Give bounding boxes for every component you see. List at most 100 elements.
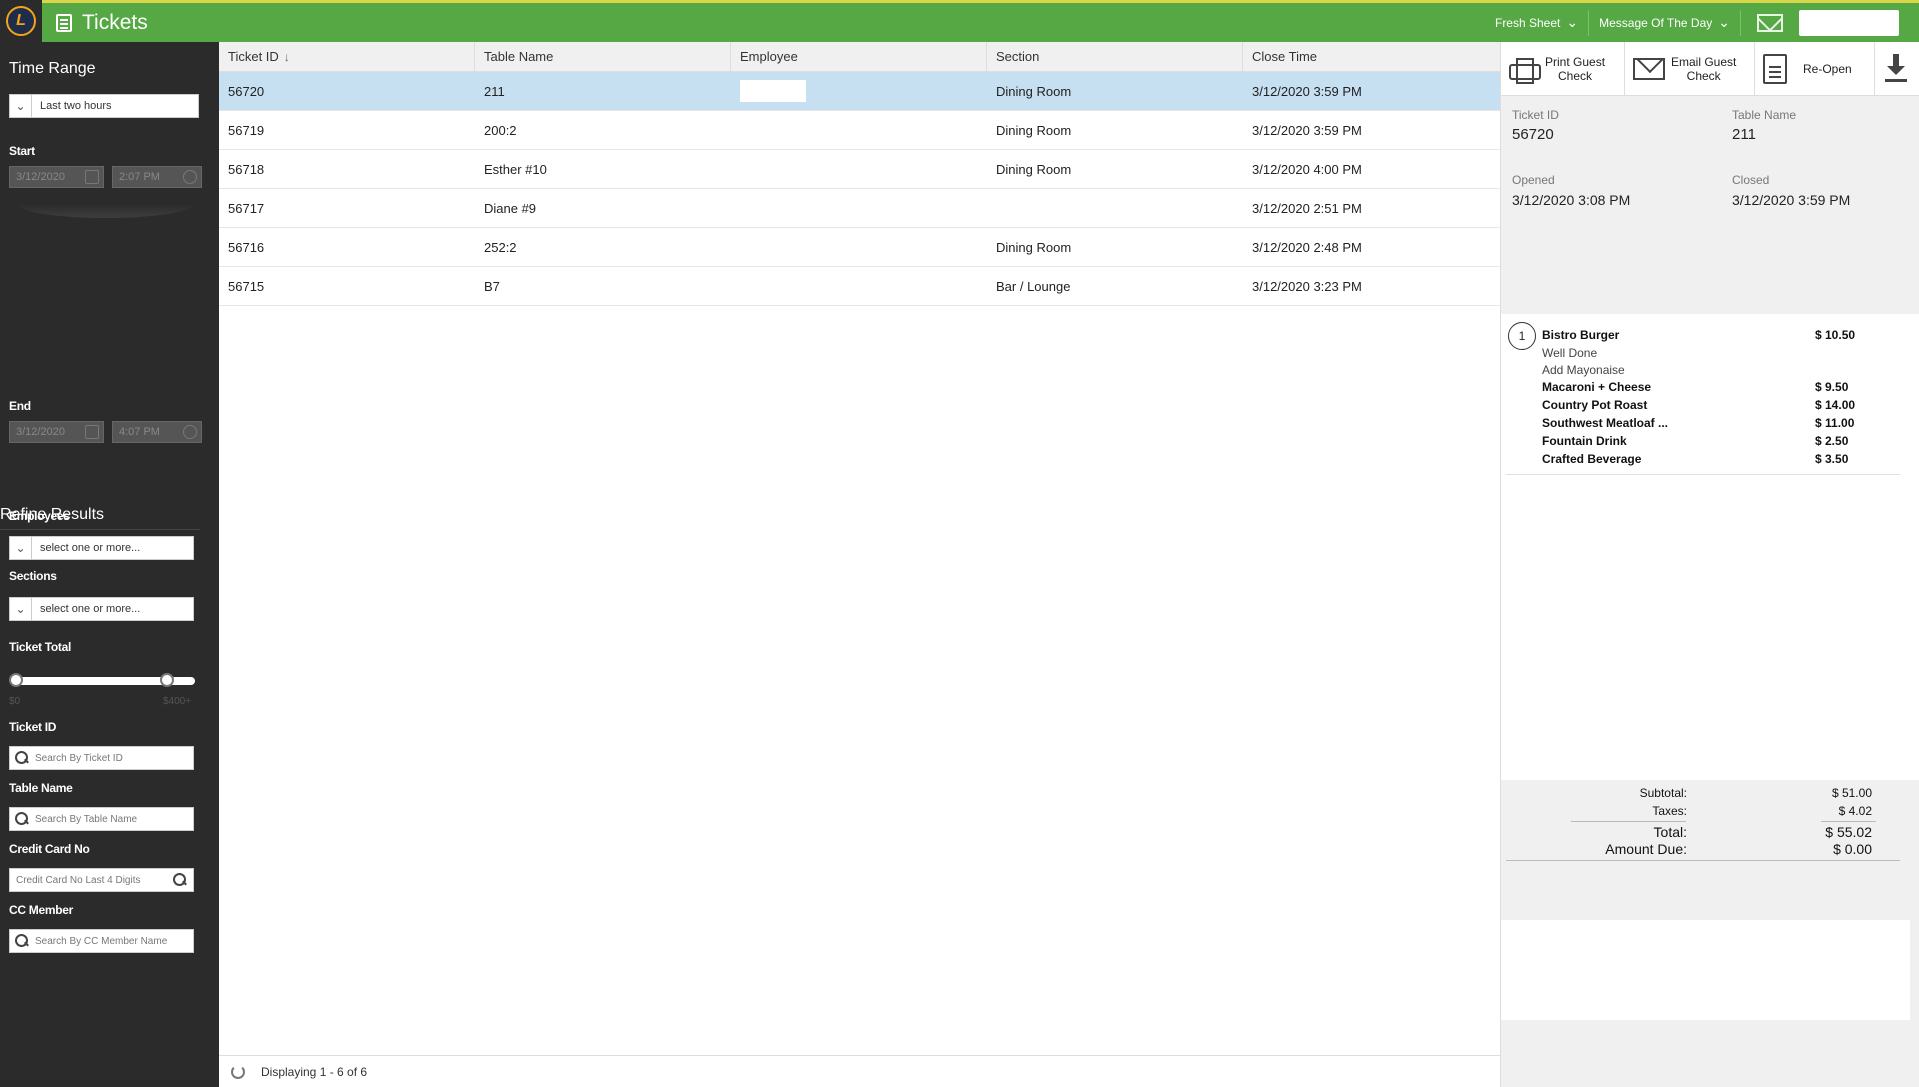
closed-value: 3/12/2020 3:59 PM bbox=[1732, 192, 1851, 208]
slider-min-handle[interactable] bbox=[9, 673, 23, 687]
tickets-list-icon bbox=[56, 13, 72, 32]
message-of-the-day-menu[interactable]: Message Of The Day ⌄ bbox=[1589, 9, 1741, 36]
ticket-id-label: Ticket ID bbox=[1512, 108, 1559, 122]
search-icon bbox=[15, 751, 29, 765]
print-guest-check-button[interactable]: Print Guest Check bbox=[1501, 42, 1625, 96]
item-modifier: Add Mayonaise bbox=[1542, 363, 1625, 377]
mail-icon[interactable] bbox=[1757, 13, 1783, 32]
taxes-label: Taxes: bbox=[1652, 804, 1687, 818]
subtotal-label: Subtotal: bbox=[1639, 786, 1687, 800]
table-row[interactable]: 56718 Esther #10 Dining Room 3/12/2020 4… bbox=[219, 150, 1500, 189]
column-label: Ticket ID bbox=[228, 49, 279, 64]
table-row[interactable]: 56716 252:2 Dining Room 3/12/2020 2:48 P… bbox=[219, 228, 1500, 267]
employees-placeholder: select one or more... bbox=[40, 542, 141, 554]
start-label: Start bbox=[9, 144, 35, 158]
refresh-icon[interactable] bbox=[231, 1064, 245, 1079]
time-range-select[interactable]: ⌄ Last two hours bbox=[9, 94, 199, 118]
fresh-sheet-menu[interactable]: Fresh Sheet ⌄ bbox=[1485, 9, 1590, 36]
cell-table-name: Diane #9 bbox=[484, 200, 537, 216]
total-label: Total: bbox=[1653, 824, 1687, 840]
email-guest-check-button[interactable]: Email Guest Check bbox=[1625, 42, 1755, 96]
item-price: $ 11.00 bbox=[1815, 416, 1855, 430]
download-button[interactable] bbox=[1875, 42, 1919, 96]
item-price: $ 14.00 bbox=[1815, 398, 1856, 412]
item-name: Fountain Drink bbox=[1542, 434, 1627, 448]
end-date-input[interactable]: 3/12/2020 bbox=[9, 421, 104, 443]
opened-label: Opened bbox=[1512, 173, 1555, 187]
cc-member-search[interactable]: Search By CC Member Name bbox=[9, 929, 194, 953]
credit-card-label: Credit Card No bbox=[9, 842, 90, 856]
clock-icon[interactable] bbox=[183, 425, 197, 439]
chevron-down-icon: ⌄ bbox=[10, 598, 32, 620]
cell-section: Bar / Lounge bbox=[996, 278, 1071, 294]
table-row[interactable]: 56717 Diane #9 3/12/2020 2:51 PM bbox=[219, 189, 1500, 228]
slider-max-label: $400+ bbox=[163, 696, 192, 707]
credit-card-search[interactable]: Credit Card No Last 4 Digits bbox=[9, 868, 194, 892]
ticket-detail-panel: Print Guest Check Email Guest Check Re-O… bbox=[1500, 42, 1919, 1087]
slider-max-handle[interactable] bbox=[160, 673, 174, 687]
sections-select[interactable]: ⌄ select one or more... bbox=[9, 597, 194, 621]
chevron-down-icon: ⌄ bbox=[1718, 14, 1730, 30]
start-time-input[interactable]: 2:07 PM bbox=[112, 166, 202, 188]
cell-ticket-id: 56715 bbox=[228, 278, 265, 294]
reopen-button[interactable]: Re-Open bbox=[1755, 42, 1875, 96]
cell-close-time: 3/12/2020 4:00 PM bbox=[1252, 161, 1362, 177]
reopen-label: Re-Open bbox=[1803, 62, 1852, 76]
table-row[interactable]: 56715 B7 Bar / Lounge 3/12/2020 3:23 PM bbox=[219, 267, 1500, 306]
table-name-search[interactable]: Search By Table Name bbox=[9, 807, 194, 831]
end-time-value: 4:07 PM bbox=[119, 426, 160, 438]
credit-card-placeholder: Credit Card No Last 4 Digits bbox=[16, 874, 141, 886]
paging-status: Displaying 1 - 6 of 6 bbox=[261, 1064, 368, 1079]
top-right-menu: Fresh Sheet ⌄ Message Of The Day ⌄ bbox=[1485, 3, 1919, 42]
column-header-table-name[interactable]: Table Name bbox=[475, 42, 731, 71]
item-modifier: Well Done bbox=[1542, 346, 1598, 360]
cell-section: Dining Room bbox=[996, 161, 1072, 177]
start-date-value: 3/12/2020 bbox=[16, 171, 65, 183]
closed-label: Closed bbox=[1732, 173, 1770, 187]
item-name: Macaroni + Cheese bbox=[1542, 380, 1652, 394]
table-row[interactable]: 56719 200:2 Dining Room 3/12/2020 3:59 P… bbox=[219, 111, 1500, 150]
column-label: Employee bbox=[740, 49, 798, 64]
cell-ticket-id: 56720 bbox=[228, 83, 265, 99]
calendar-icon[interactable] bbox=[85, 425, 99, 439]
ticket-id-label: Ticket ID bbox=[9, 720, 57, 734]
item-name: Crafted Beverage bbox=[1542, 452, 1642, 466]
table-name-placeholder: Search By Table Name bbox=[35, 813, 138, 825]
column-header-employee[interactable]: Employee bbox=[731, 42, 987, 71]
envelope-icon bbox=[1633, 58, 1665, 80]
end-date-value: 3/12/2020 bbox=[16, 426, 65, 438]
cell-ticket-id: 56718 bbox=[228, 161, 265, 177]
column-label: Section bbox=[996, 49, 1040, 64]
start-date-input[interactable]: 3/12/2020 bbox=[9, 166, 104, 188]
app-logo[interactable]: L bbox=[0, 0, 42, 42]
time-range-value: Last two hours bbox=[40, 100, 112, 112]
user-menu[interactable] bbox=[1799, 9, 1899, 36]
ticket-id-search[interactable]: Search By Ticket ID bbox=[9, 746, 194, 770]
cell-section: Dining Room bbox=[996, 239, 1072, 255]
email-label: Email Guest Check bbox=[1671, 55, 1736, 83]
cell-table-name: B7 bbox=[484, 278, 500, 294]
employees-select[interactable]: ⌄ select one or more... bbox=[9, 536, 194, 560]
table-row[interactable]: 56720 211 Dining Room 3/12/2020 3:59 PM bbox=[219, 72, 1500, 111]
amount-due-value: $ 0.00 bbox=[1833, 841, 1872, 857]
filter-sidebar: Time Range ⌄ Last two hours Start 3/12/2… bbox=[0, 42, 219, 1087]
divider bbox=[1821, 821, 1876, 822]
column-header-close-time[interactable]: Close Time bbox=[1243, 42, 1500, 71]
cell-employee bbox=[731, 111, 987, 149]
printer-icon bbox=[1509, 56, 1541, 84]
divider bbox=[0, 529, 200, 530]
cell-employee bbox=[731, 267, 987, 305]
cell-table-name: Esther #10 bbox=[484, 161, 547, 177]
column-header-section[interactable]: Section bbox=[987, 42, 1243, 71]
calendar-icon[interactable] bbox=[85, 170, 99, 184]
print-label-line2: Check bbox=[1558, 69, 1593, 83]
divider bbox=[1506, 860, 1900, 861]
cell-close-time: 3/12/2020 3:59 PM bbox=[1252, 122, 1362, 138]
column-header-ticket-id[interactable]: Ticket ID ↓ bbox=[219, 42, 475, 71]
cell-close-time: 3/12/2020 2:51 PM bbox=[1252, 200, 1362, 216]
cell-employee bbox=[731, 150, 987, 188]
download-icon bbox=[1883, 54, 1909, 84]
end-time-input[interactable]: 4:07 PM bbox=[112, 421, 202, 443]
slider-min-label: $0 bbox=[9, 696, 21, 707]
clock-icon[interactable] bbox=[183, 170, 197, 184]
